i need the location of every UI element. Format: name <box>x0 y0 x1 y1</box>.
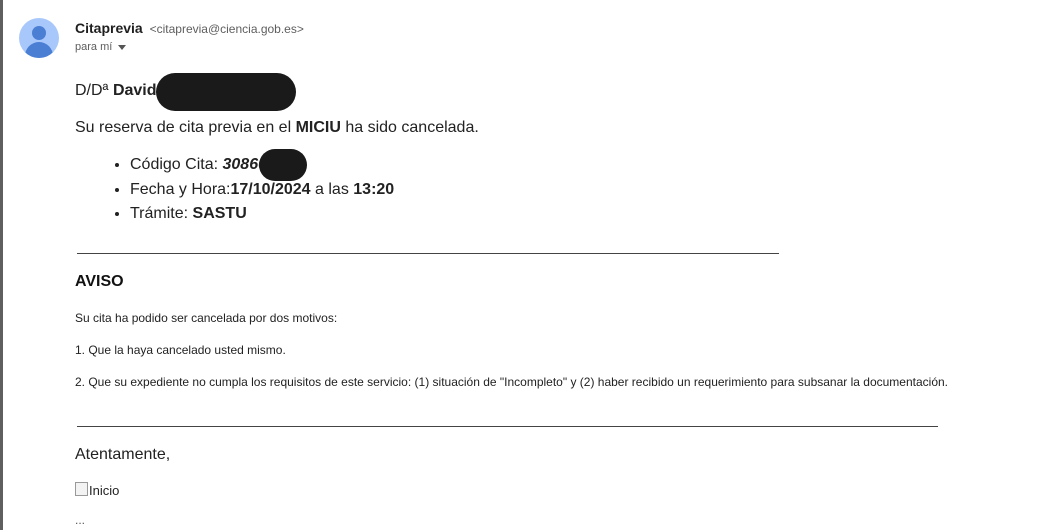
list-item: Trámite: SASTU <box>130 202 394 227</box>
sender-email: <citaprevia@ciencia.gob.es> <box>149 22 304 36</box>
broken-image-icon <box>75 482 88 496</box>
chevron-down-icon[interactable] <box>118 44 127 50</box>
procedure-name: SASTU <box>192 205 247 222</box>
divider <box>77 253 779 254</box>
greeting-name: David <box>112 82 157 99</box>
show-trimmed-content-button[interactable]: ... <box>75 513 85 527</box>
notice-reason-1: 1. Que la haya cancelado usted mismo. <box>75 343 286 357</box>
redaction-mark <box>156 73 296 111</box>
greeting: D/Dª David <box>75 82 157 99</box>
list-item: Fecha y Hora:17/10/2024 a las 13:20 <box>130 178 394 203</box>
notice-intro: Su cita ha podido ser cancelada por dos … <box>75 311 338 325</box>
appointment-details: Código Cita: 30860 Fecha y Hora:17/10/20… <box>75 153 394 227</box>
appointment-date: 17/10/2024 <box>230 180 311 198</box>
organization-name: MICIU <box>295 119 341 136</box>
sender-line: Citaprevia <citaprevia@ciencia.gob.es> <box>75 20 304 36</box>
redaction-mark <box>259 149 307 181</box>
window-edge <box>0 0 3 530</box>
notice-heading: AVISO <box>75 273 124 290</box>
broken-image-inicio[interactable]: Inicio <box>75 482 119 498</box>
recipient-label: para mí <box>75 41 113 53</box>
appointment-time: 13:20 <box>353 180 395 198</box>
divider <box>77 426 938 427</box>
recipient-details-toggle[interactable]: para mí <box>75 41 127 53</box>
cancellation-message: Su reserva de cita previa en el MICIU ha… <box>75 119 479 136</box>
sender-avatar[interactable] <box>19 18 59 58</box>
avatar-person-icon <box>32 26 46 40</box>
sender-name[interactable]: Citaprevia <box>75 20 143 36</box>
notice-reason-2: 2. Que su expediente no cumpla los requi… <box>75 375 948 389</box>
closing-text: Atentamente, <box>75 446 171 463</box>
